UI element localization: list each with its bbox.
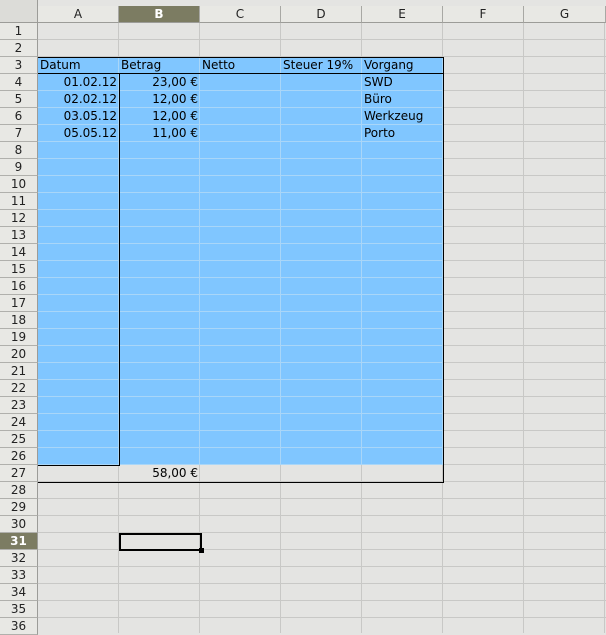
column-header-g[interactable]: G xyxy=(524,6,606,23)
row-header-17[interactable]: 17 xyxy=(0,295,38,312)
row-header-6[interactable]: 6 xyxy=(0,108,38,125)
row-header-24[interactable]: 24 xyxy=(0,414,38,431)
row-header-31[interactable]: 31 xyxy=(0,533,38,550)
column-header-a[interactable]: A xyxy=(38,6,119,23)
row-header-23[interactable]: 23 xyxy=(0,397,38,414)
row-header-13[interactable]: 13 xyxy=(0,227,38,244)
cell-A4[interactable]: 01.02.12 xyxy=(38,74,119,91)
row-header-30[interactable]: 30 xyxy=(0,516,38,533)
row-header-11[interactable]: 11 xyxy=(0,193,38,210)
row-header-1[interactable]: 1 xyxy=(0,23,38,40)
column-header-c[interactable]: C xyxy=(200,6,281,23)
row-header-18[interactable]: 18 xyxy=(0,312,38,329)
row-header-22[interactable]: 22 xyxy=(0,380,38,397)
row-header-3[interactable]: 3 xyxy=(0,57,38,74)
row-header-19[interactable]: 19 xyxy=(0,329,38,346)
active-cell-cursor[interactable] xyxy=(119,533,202,551)
row-header-27[interactable]: 27 xyxy=(0,465,38,482)
column-a-bottom-border xyxy=(38,465,120,466)
row-header-5[interactable]: 5 xyxy=(0,91,38,108)
cell-A3[interactable]: Datum xyxy=(38,57,119,74)
cell-B27-total[interactable]: 58,00 € xyxy=(119,465,200,482)
row-header-7[interactable]: 7 xyxy=(0,125,38,142)
cell-B5[interactable]: 12,00 € xyxy=(119,91,200,108)
cell-E7[interactable]: Porto xyxy=(362,125,443,142)
row-header-15[interactable]: 15 xyxy=(0,261,38,278)
row-header-10[interactable]: 10 xyxy=(0,176,38,193)
column-header-e[interactable]: E xyxy=(362,6,443,23)
row-header-33[interactable]: 33 xyxy=(0,567,38,584)
row-header-26[interactable]: 26 xyxy=(0,448,38,465)
row-header-9[interactable]: 9 xyxy=(0,159,38,176)
cell-B6[interactable]: 12,00 € xyxy=(119,108,200,125)
cell-A6[interactable]: 03.05.12 xyxy=(38,108,119,125)
column-header-b[interactable]: B xyxy=(119,6,200,23)
column-header-d[interactable]: D xyxy=(281,6,362,23)
row-header-28[interactable]: 28 xyxy=(0,482,38,499)
select-all-corner[interactable] xyxy=(0,0,38,23)
row-header-16[interactable]: 16 xyxy=(0,278,38,295)
row-header-21[interactable]: 21 xyxy=(0,363,38,380)
cell-B4[interactable]: 23,00 € xyxy=(119,74,200,91)
total-row-border xyxy=(38,482,444,483)
row-header-25[interactable]: 25 xyxy=(0,431,38,448)
cell-B3[interactable]: Betrag xyxy=(119,57,200,74)
cell-E4[interactable]: SWD xyxy=(362,74,443,91)
column-header-f[interactable]: F xyxy=(443,6,524,23)
row-header-29[interactable]: 29 xyxy=(0,499,38,516)
row-header-32[interactable]: 32 xyxy=(0,550,38,567)
row-header-8[interactable]: 8 xyxy=(0,142,38,159)
row-header-35[interactable]: 35 xyxy=(0,601,38,618)
range-right-border xyxy=(443,57,444,483)
cell-C3[interactable]: Netto xyxy=(200,57,281,74)
cell-D3[interactable]: Steuer 19% xyxy=(281,57,362,74)
row-header-34[interactable]: 34 xyxy=(0,584,38,601)
fill-handle[interactable] xyxy=(199,548,204,553)
cell-B7[interactable]: 11,00 € xyxy=(119,125,200,142)
row-header-36[interactable]: 36 xyxy=(0,618,38,635)
cell-A7[interactable]: 05.05.12 xyxy=(38,125,119,142)
row-header-12[interactable]: 12 xyxy=(0,210,38,227)
cell-E3[interactable]: Vorgang xyxy=(362,57,443,74)
spreadsheet[interactable]: ABCDEFG 1 2 3 4 5 6 7 8 9 10 11 12 13 14 15 16 17 18 19 20 2… xyxy=(0,0,606,635)
row-header-20[interactable]: 20 xyxy=(0,346,38,363)
cell-E5[interactable]: Büro xyxy=(362,91,443,108)
cell-E6[interactable]: Werkzeug xyxy=(362,108,443,125)
row-header-4[interactable]: 4 xyxy=(0,74,38,91)
row-header-2[interactable]: 2 xyxy=(0,40,38,57)
row-header-14[interactable]: 14 xyxy=(0,244,38,261)
cell-A5[interactable]: 02.02.12 xyxy=(38,91,119,108)
